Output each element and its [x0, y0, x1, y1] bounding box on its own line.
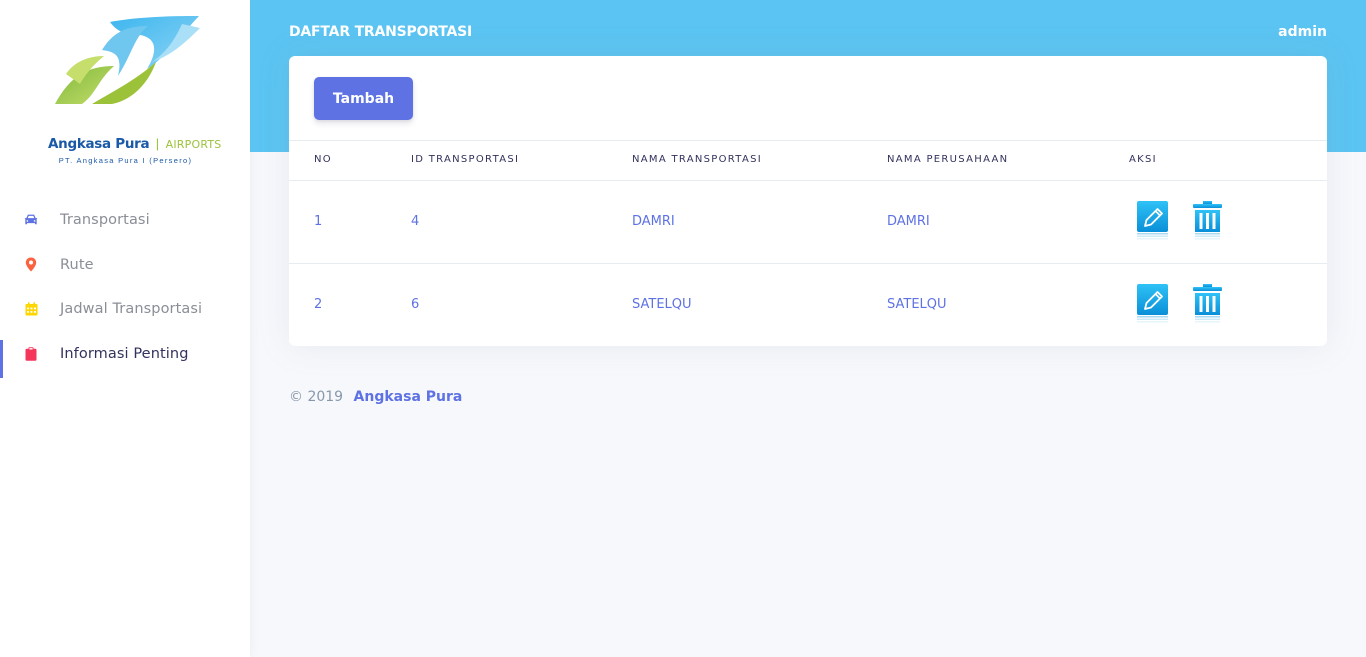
column-header-aksi: AKSI	[1129, 154, 1157, 165]
copyright-text: © 2019	[289, 389, 344, 405]
brand-title: Angkasa Pura	[48, 136, 150, 152]
sidebar-item-rute[interactable]: Rute	[0, 243, 250, 288]
brand-separator: |	[155, 136, 160, 151]
clipboard-icon	[24, 347, 38, 361]
sidebar-item-transportasi[interactable]: Transportasi	[0, 198, 250, 243]
transport-table: NO ID TRANSPORTASI NAMA TRANSPORTASI NAM…	[289, 140, 1327, 347]
cell-nama: DAMRI	[632, 214, 675, 229]
brand-suffix: AIRPORTS	[165, 138, 222, 151]
sidebar-item-informasi-penting[interactable]: Informasi Penting	[0, 332, 250, 377]
edit-icon[interactable]	[1136, 283, 1170, 327]
sidebar-item-label: Transportasi	[60, 212, 150, 229]
column-header-perusahaan: NAMA PERUSAHAAN	[887, 154, 1009, 165]
cell-perusahaan: DAMRI	[887, 214, 930, 229]
column-header-id: ID TRANSPORTASI	[411, 154, 520, 165]
edit-icon[interactable]	[1136, 200, 1170, 244]
calendar-icon	[24, 302, 38, 316]
user-menu[interactable]: admin	[1278, 24, 1327, 40]
footer: © 2019 Angkasa Pura	[289, 389, 462, 405]
car-icon	[24, 213, 38, 227]
sidebar-item-label: Rute	[60, 256, 94, 273]
column-header-nama: NAMA TRANSPORTASI	[632, 154, 762, 165]
brand-subtitle: PT. Angkasa Pura I (Persero)	[58, 156, 193, 165]
table-row: 1 4 DAMRI DAMRI	[289, 181, 1327, 264]
sidebar-item-jadwal-transportasi[interactable]: Jadwal Transportasi	[0, 287, 250, 332]
brand-logo[interactable]: Angkasa Pura | AIRPORTS PT. Angkasa Pura…	[48, 14, 221, 174]
transport-card: Tambah NO ID TRANSPORTASI NAMA TRANSPORT…	[289, 56, 1327, 346]
footer-link[interactable]: Angkasa Pura	[354, 389, 463, 405]
table-row: 2 6 SATELQU SATELQU	[289, 264, 1327, 347]
sidebar-item-label: Informasi Penting	[60, 345, 189, 362]
add-button[interactable]: Tambah	[314, 77, 413, 120]
map-pin-icon	[24, 257, 38, 272]
trash-icon[interactable]	[1191, 200, 1225, 244]
sidebar-item-label: Jadwal Transportasi	[60, 301, 203, 318]
cell-id: 4	[411, 214, 420, 229]
cell-nama: SATELQU	[632, 297, 692, 312]
sidebar-nav: Transportasi Rute Jadwal Transportasi In…	[0, 198, 250, 377]
table-header: NO ID TRANSPORTASI NAMA TRANSPORTASI NAM…	[289, 140, 1327, 181]
brand-name: Angkasa Pura | AIRPORTS	[48, 135, 221, 153]
column-header-no: NO	[314, 154, 332, 165]
cell-no: 2	[314, 297, 323, 312]
cell-id: 6	[411, 297, 420, 312]
angkasa-pura-logo-icon	[55, 16, 200, 104]
trash-icon[interactable]	[1191, 283, 1225, 327]
cell-no: 1	[314, 214, 323, 229]
page-title: DAFTAR TRANSPORTASI	[289, 24, 473, 40]
cell-perusahaan: SATELQU	[887, 297, 947, 312]
sidebar: Angkasa Pura | AIRPORTS PT. Angkasa Pura…	[0, 0, 250, 657]
